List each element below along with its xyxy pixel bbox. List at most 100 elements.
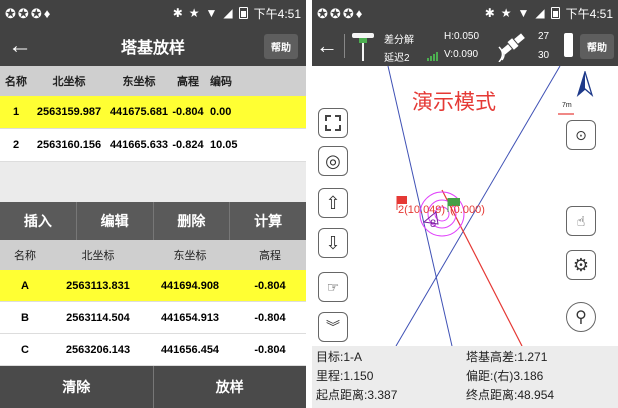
signal-bars-icon xyxy=(427,52,438,61)
table-row[interactable]: 1 2563159.987 441675.681 -0.804 0.00 xyxy=(0,96,306,129)
collapse-toolbar-button[interactable]: ︾ xyxy=(318,312,348,342)
touch-icon: ☝ xyxy=(576,212,586,229)
map-pin-icon: ⚲ xyxy=(575,309,587,326)
cell-east: 441675.681 xyxy=(109,106,169,118)
app-icon: ✪ xyxy=(329,5,341,21)
move-up-button[interactable]: ⇧ xyxy=(318,188,348,218)
target-icon: ◎ xyxy=(325,150,341,171)
cell-elev: -0.804 xyxy=(254,311,286,324)
location-button[interactable]: ⊙ xyxy=(566,120,596,150)
cell-name: C xyxy=(21,343,29,356)
move-down-button[interactable]: ⇩ xyxy=(318,228,348,258)
cell-east: 441665.633 xyxy=(109,139,169,151)
android-icon: ♦ xyxy=(43,5,51,21)
receiver-battery-icon xyxy=(564,33,573,57)
cell-elev: -0.804 xyxy=(254,279,286,292)
solution-status: 差分解 xyxy=(384,35,414,46)
android-icon: ♦ xyxy=(355,5,363,21)
center-position-button[interactable]: ◎ xyxy=(318,146,348,176)
column-header: 名称 xyxy=(14,250,36,262)
select-point-button[interactable]: ☞ xyxy=(318,272,348,302)
cell-east: 441654.913 xyxy=(160,311,220,324)
back-arrow-icon[interactable]: ← xyxy=(0,26,40,66)
demo-mode-label: 演示模式 xyxy=(412,91,496,114)
calculate-button[interactable]: 计算 xyxy=(230,202,306,240)
table-row[interactable]: C 2563206.143 441656.454 -0.804 xyxy=(0,334,306,366)
help-button[interactable]: 帮助 xyxy=(264,34,298,59)
gear-icon: ⚙ xyxy=(572,254,590,275)
target-info: 目标:1-A xyxy=(316,350,363,364)
edit-button[interactable]: 编辑 xyxy=(77,202,154,240)
result-table-header: 名称 北坐标 东坐标 高程 xyxy=(0,240,306,270)
cell-east: 441694.908 xyxy=(160,279,220,292)
star-icon: ★ xyxy=(188,6,200,20)
tower-stakeout-list-screen: ✪ ✪ ✪ ♦ ✱ ★ ▼ ◢ 下午4:51 ← 塔基放样 帮助 名称 北坐标 … xyxy=(0,0,306,408)
north-arrow-icon xyxy=(576,71,594,97)
status-icons: ✪ ✪ ✪ ♦ xyxy=(5,7,50,20)
point-table-header: 名称 北坐标 东坐标 高程 编码 xyxy=(0,66,306,96)
cell-north: 2563206.143 xyxy=(65,343,131,356)
page-title: 塔基放样 xyxy=(120,40,185,57)
divider xyxy=(344,34,345,58)
bluetooth-icon: ✱ xyxy=(484,6,495,20)
delete-button[interactable]: 删除 xyxy=(154,202,231,240)
status-bar: ✪ ✪ ✪ ♦ ✱ ★ ▼ ◢ 下午4:51 xyxy=(0,0,306,26)
wifi-icon: ▼ xyxy=(205,6,218,20)
cell-north: 2563114.504 xyxy=(66,311,130,324)
cell-name: A xyxy=(21,279,29,292)
delay-status: 延迟2 xyxy=(384,53,410,64)
satellites-total: 30 xyxy=(538,50,550,61)
zoom-extent-button[interactable] xyxy=(318,108,348,138)
help-button[interactable]: 帮助 xyxy=(580,34,614,59)
double-chevron-down-icon: ︾ xyxy=(326,319,340,335)
column-header: 北坐标 xyxy=(52,76,86,88)
end-distance: 终点距离:48.954 xyxy=(466,388,555,402)
status-time: 下午4:51 xyxy=(253,6,301,21)
hand-select-icon: ☞ xyxy=(326,278,340,295)
cell-east: 441656.454 xyxy=(160,343,220,356)
app-icon: ✪ xyxy=(342,5,354,21)
arrow-down-icon: ⇩ xyxy=(325,232,341,253)
v-precision: V:0.090 xyxy=(444,49,479,60)
bottom-bar: 清除 放样 xyxy=(0,366,306,408)
cell-north: 2563113.831 xyxy=(66,279,130,292)
cell-elev: -0.824 xyxy=(172,139,204,151)
title-bar: ← 塔基放样 帮助 xyxy=(0,26,306,66)
app-icon: ✪ xyxy=(317,5,328,21)
clear-button[interactable]: 清除 xyxy=(0,366,154,408)
point-elevation-label: (0.000) xyxy=(450,204,485,216)
stakeout-info-panel: 目标:1-A 塔基高差:1.271 里程:1.150 偏距:(右)3.186 起… xyxy=(312,346,618,408)
point-label: 2(10.049) xyxy=(398,204,446,216)
app-icon: ✪ xyxy=(30,5,42,21)
back-arrow-icon[interactable]: ← xyxy=(312,26,342,66)
mark-point-button[interactable]: ⚲ xyxy=(566,302,596,332)
cell-name: B xyxy=(21,311,29,324)
arrow-up-icon: ⇧ xyxy=(325,192,341,213)
point-number-label: 8 xyxy=(430,218,437,230)
table-row[interactable]: 2 2563160.156 441665.633 -0.824 10.05 xyxy=(0,129,306,162)
status-bar: ✪ ✪ ✪ ♦ ✱ ★ ▼ ◢ 下午4:51 xyxy=(312,0,618,26)
satellite-icon[interactable] xyxy=(498,30,528,62)
column-header: 东坐标 xyxy=(122,76,156,88)
settings-button[interactable]: ⚙ xyxy=(566,250,596,280)
offset-info: 偏距:(右)3.186 xyxy=(466,369,544,383)
cell-code: 0.00 xyxy=(210,106,232,118)
touch-mode-button[interactable]: ☝ xyxy=(566,206,596,236)
stakeout-map[interactable]: 演示模式 7m 2(10.049) (0.000) 8 ◎ ⇧ ⇩ ☞ ︾ ⊙ xyxy=(312,66,618,346)
wifi-icon: ▼ xyxy=(517,6,530,20)
signal-icon: ◢ xyxy=(223,6,233,20)
battery-icon xyxy=(550,7,560,19)
cell-elev: -0.804 xyxy=(172,106,204,118)
start-distance: 起点距离:3.387 xyxy=(316,388,398,402)
table-row[interactable]: B 2563114.504 441654.913 -0.804 xyxy=(0,302,306,334)
insert-button[interactable]: 插入 xyxy=(0,202,77,240)
gnss-receiver-icon[interactable] xyxy=(350,29,376,63)
table-empty-area xyxy=(0,162,306,202)
column-header: 名称 xyxy=(5,76,27,88)
table-row[interactable]: A 2563113.831 441694.908 -0.804 xyxy=(0,270,306,302)
stakeout-button[interactable]: 放样 xyxy=(154,366,307,408)
tower-height-diff: 塔基高差:1.271 xyxy=(466,350,548,364)
bluetooth-icon: ✱ xyxy=(172,6,183,20)
column-header: 东坐标 xyxy=(173,250,207,262)
battery-icon xyxy=(238,7,248,19)
